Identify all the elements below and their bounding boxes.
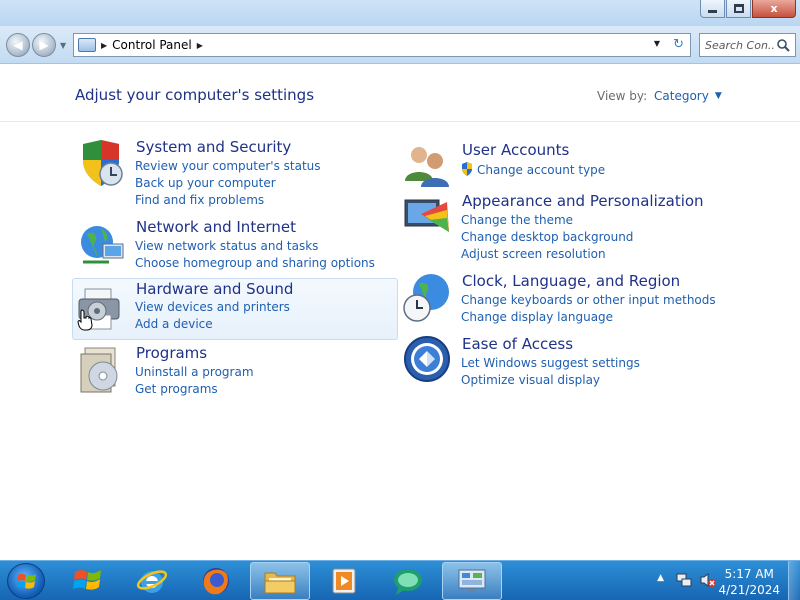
taskbar-file-explorer[interactable]	[250, 562, 310, 600]
control-panel-small-icon	[78, 38, 96, 52]
search-placeholder: Search Con...	[705, 38, 775, 52]
category-system-security: System and Security Review your computer…	[73, 138, 393, 207]
shield-icon	[83, 140, 123, 186]
address-dropdown-icon[interactable]: ▼	[654, 39, 660, 48]
link-network-status[interactable]: View network status and tasks	[135, 239, 318, 253]
media-player-icon	[332, 568, 356, 594]
breadcrumb-arrow-icon[interactable]: ▶	[101, 41, 107, 50]
view-by-dropdown[interactable]: Category ▼	[654, 89, 722, 103]
category-title-appearance[interactable]: Appearance and Personalization	[462, 192, 704, 210]
hand-cursor-icon	[77, 309, 93, 331]
close-button[interactable]: x	[752, 0, 796, 18]
link-review-status[interactable]: Review your computer's status	[135, 159, 321, 173]
view-by-value: Category	[654, 89, 709, 103]
clock-globe-icon	[403, 274, 449, 322]
window-title-bar[interactable]: x	[0, 0, 800, 26]
clock-time: 5:17 AM	[724, 567, 774, 581]
taskbar-firefox[interactable]	[186, 562, 246, 600]
taskbar-control-panel[interactable]	[442, 562, 502, 600]
link-add-device[interactable]: Add a device	[135, 317, 213, 331]
category-title-hardware-sound[interactable]: Hardware and Sound	[136, 280, 293, 298]
uac-shield-icon	[462, 162, 472, 176]
category-appearance: Appearance and Personalization Change th…	[399, 192, 719, 261]
monitor-palette-icon	[404, 199, 449, 232]
link-back-up[interactable]: Back up your computer	[135, 176, 276, 190]
taskbar-windows-flag[interactable]	[58, 562, 118, 600]
category-title-system-security[interactable]: System and Security	[136, 138, 291, 156]
page-title: Adjust your computer's settings	[75, 86, 315, 104]
users-icon	[405, 147, 449, 187]
system-clock[interactable]: 5:17 AM 4/21/2024	[718, 566, 780, 598]
network-tray-icon[interactable]	[676, 572, 692, 588]
category-ease-of-access: Ease of Access Let Windows suggest setti…	[399, 335, 719, 395]
category-network-internet: Network and Internet View network status…	[73, 218, 393, 278]
taskbar-chat-app[interactable]	[378, 562, 438, 600]
firefox-icon	[203, 568, 229, 595]
windows-logo-icon	[17, 573, 36, 589]
chevron-down-icon: ▼	[714, 91, 722, 101]
link-change-account-type-label: Change account type	[477, 163, 606, 177]
link-find-fix[interactable]: Find and fix problems	[135, 193, 264, 207]
minimize-button[interactable]	[700, 0, 725, 18]
clock-date: 4/21/2024	[718, 583, 780, 597]
ease-of-access-icon	[404, 336, 450, 382]
programs-disk-icon	[80, 347, 118, 393]
taskbar-internet-explorer[interactable]	[122, 562, 182, 600]
restore-icon	[733, 4, 744, 13]
start-button[interactable]	[7, 563, 45, 599]
link-get-programs[interactable]: Get programs	[135, 382, 218, 396]
link-screen-resolution[interactable]: Adjust screen resolution	[461, 247, 606, 261]
link-change-theme[interactable]: Change the theme	[461, 213, 573, 227]
link-uninstall-program[interactable]: Uninstall a program	[135, 365, 254, 379]
category-title-programs[interactable]: Programs	[136, 344, 207, 362]
internet-explorer-icon	[136, 570, 168, 593]
link-windows-suggest[interactable]: Let Windows suggest settings	[461, 356, 640, 370]
content-header: Adjust your computer's settings View by:…	[0, 64, 800, 122]
forward-button[interactable]: ▶	[32, 33, 56, 57]
breadcrumb-control-panel[interactable]: Control Panel	[112, 38, 192, 52]
link-change-keyboards[interactable]: Change keyboards or other input methods	[461, 293, 716, 307]
maximize-button[interactable]	[726, 0, 751, 18]
category-hardware-sound[interactable]: Hardware and Sound View devices and prin…	[72, 278, 398, 340]
breadcrumb-arrow-icon[interactable]: ▶	[197, 41, 203, 50]
show-desktop-button[interactable]	[788, 561, 800, 600]
address-bar[interactable]: ▶ Control Panel ▶ ▼ ↻	[73, 33, 691, 57]
search-icon[interactable]	[776, 38, 790, 52]
minimize-icon	[708, 10, 717, 13]
back-arrow-icon: ◀	[13, 38, 23, 52]
control-panel-icon	[458, 569, 486, 592]
volume-muted-icon[interactable]	[700, 572, 716, 588]
close-icon: x	[770, 2, 778, 15]
search-input[interactable]: Search Con...	[699, 33, 796, 57]
taskbar-media-player[interactable]	[314, 562, 374, 600]
file-explorer-icon	[264, 572, 296, 594]
taskbar: ▲ 5:17 AM 4/21/2024	[0, 560, 800, 600]
link-display-language[interactable]: Change display language	[461, 310, 613, 324]
category-title-ease-of-access[interactable]: Ease of Access	[462, 335, 573, 353]
window-controls: x	[700, 0, 796, 18]
link-change-account-type[interactable]: Change account type	[461, 162, 605, 177]
forward-arrow-icon: ▶	[39, 38, 49, 52]
show-hidden-icons-button[interactable]: ▲	[657, 573, 664, 583]
category-clock-language-region: Clock, Language, and Region Change keybo…	[399, 272, 719, 332]
category-title-clock-language[interactable]: Clock, Language, and Region	[462, 272, 680, 290]
chat-app-icon	[394, 569, 422, 595]
recent-pages-dropdown[interactable]: ▼	[60, 41, 66, 50]
windows-flag-icon	[73, 570, 101, 590]
refresh-icon[interactable]: ↻	[673, 37, 684, 52]
link-homegroup-sharing[interactable]: Choose homegroup and sharing options	[135, 256, 375, 270]
link-devices-printers[interactable]: View devices and printers	[135, 300, 290, 314]
link-optimize-display[interactable]: Optimize visual display	[461, 373, 600, 387]
category-title-network-internet[interactable]: Network and Internet	[136, 218, 296, 236]
category-programs: Programs Uninstall a program Get program…	[73, 344, 393, 404]
view-by-label: View by:	[597, 89, 648, 103]
link-desktop-background[interactable]: Change desktop background	[461, 230, 633, 244]
category-title-user-accounts[interactable]: User Accounts	[462, 141, 569, 159]
back-button[interactable]: ◀	[6, 33, 30, 57]
network-globe-icon	[81, 226, 124, 264]
